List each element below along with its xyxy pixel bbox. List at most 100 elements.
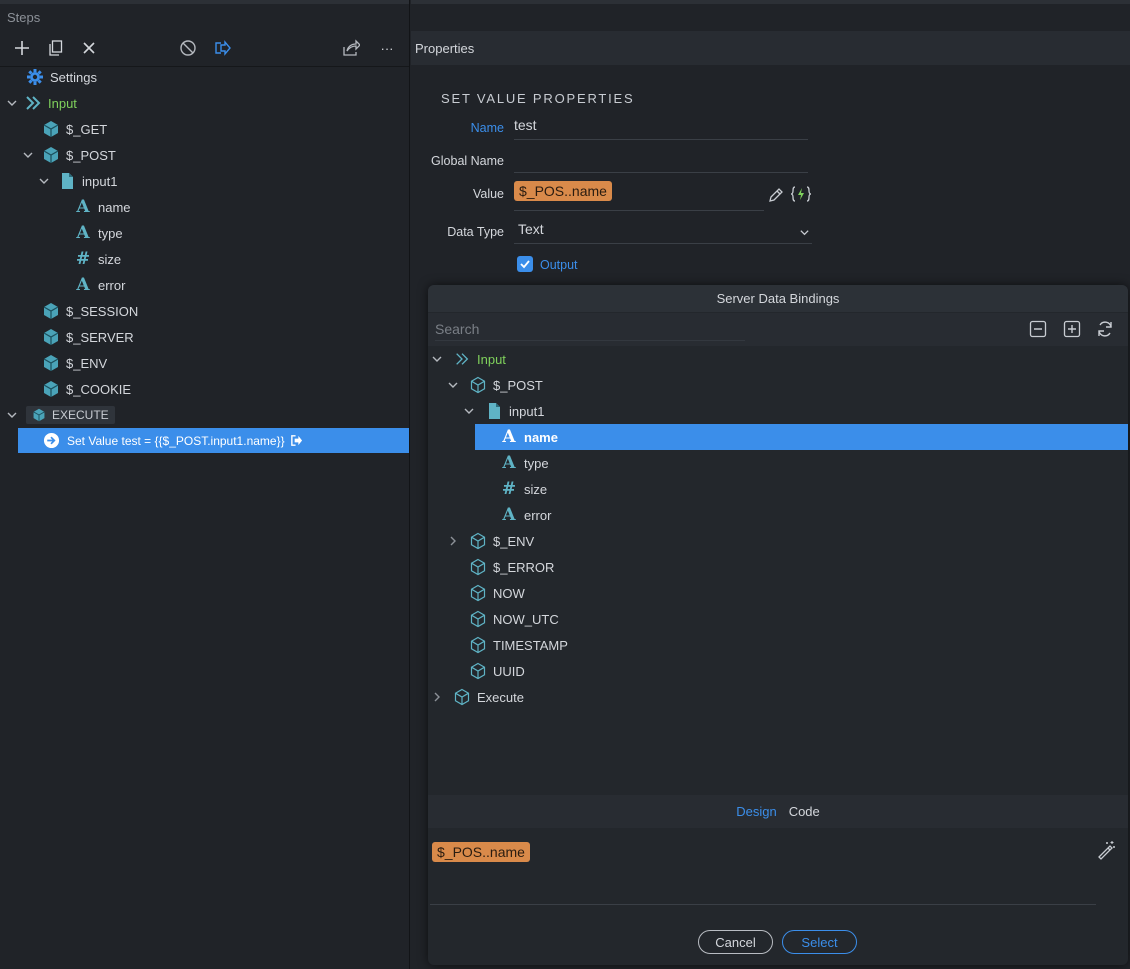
chevron-down-icon[interactable]	[6, 97, 18, 109]
step-set-value[interactable]: Set Value test = {{$_POST.input1.name}}	[18, 428, 409, 453]
cube-outline-icon	[469, 636, 487, 654]
tree-item-name[interactable]: A name	[74, 195, 131, 219]
duplicate-icon[interactable]	[45, 37, 67, 59]
number-type-icon: #	[75, 249, 91, 269]
tree-item-error[interactable]: A error	[74, 273, 125, 297]
steps-title: Steps	[7, 10, 41, 25]
value-binding-pill[interactable]: $_POS..name	[514, 181, 612, 201]
tree-item-label: Settings	[50, 69, 97, 85]
binding-item-label: error	[524, 507, 552, 523]
tree-item-get[interactable]: $_GET	[42, 117, 107, 141]
add-icon[interactable]	[11, 37, 33, 59]
number-type-icon: #	[501, 479, 517, 499]
tree-item-input[interactable]: Input	[4, 91, 77, 115]
binding-item-uuid[interactable]: UUID	[469, 658, 525, 684]
output-icon[interactable]	[211, 37, 233, 59]
expression-editor[interactable]: $_POS..name	[428, 828, 1128, 906]
output-label[interactable]: Output	[540, 258, 578, 272]
binding-item-size[interactable]: # size	[500, 476, 547, 502]
tree-item-label: $_GET	[66, 121, 108, 137]
tree-item-env[interactable]: $_ENV	[42, 351, 107, 375]
magic-wand-icon[interactable]	[1096, 840, 1116, 860]
text-type-icon: A	[76, 275, 90, 295]
name-label: Name	[470, 121, 504, 135]
value-field[interactable]: $_POS..name	[514, 181, 764, 211]
panel-top-border	[411, 0, 1130, 4]
binding-item-error-global[interactable]: $_ERROR	[469, 554, 554, 580]
chevron-down-icon[interactable]	[463, 405, 475, 417]
chevron-right-icon[interactable]	[447, 535, 459, 547]
chevron-down-icon[interactable]	[22, 149, 34, 161]
text-type-icon: A	[76, 197, 90, 217]
binding-item-label: $_ENV	[493, 533, 535, 549]
cube-icon	[42, 146, 60, 164]
name-field[interactable]: test	[514, 117, 808, 140]
input-chevrons-icon	[453, 350, 471, 368]
name-value: test	[514, 117, 537, 133]
tree-item-post[interactable]: $_POST	[20, 143, 116, 167]
editor-tabs: Design Code	[428, 795, 1128, 828]
tab-design[interactable]: Design	[736, 804, 776, 819]
tree-item-cookie[interactable]: $_COOKIE	[42, 377, 131, 401]
cancel-button[interactable]: Cancel	[698, 930, 773, 954]
export-icon[interactable]	[340, 37, 362, 59]
tree-item-settings[interactable]: Settings	[26, 65, 97, 89]
binding-item-input1[interactable]: input1	[463, 398, 544, 424]
text-type-icon: A	[502, 427, 516, 447]
binding-item-post[interactable]: $_POST	[447, 372, 543, 398]
collapse-all-icon[interactable]	[1028, 319, 1048, 339]
select-button[interactable]: Select	[782, 930, 857, 954]
binding-item-label: UUID	[493, 663, 525, 679]
binding-item-error[interactable]: A error	[500, 502, 551, 528]
dynamic-data-icon[interactable]	[790, 185, 812, 203]
binding-item-env[interactable]: $_ENV	[447, 528, 534, 554]
cube-outline-icon	[469, 558, 487, 576]
binding-item-label: Execute	[477, 689, 524, 705]
search-input[interactable]	[435, 317, 745, 341]
binding-item-label: Input	[477, 351, 506, 367]
chevron-right-icon[interactable]	[431, 691, 443, 703]
binding-item-type[interactable]: A type	[500, 450, 548, 476]
tree-item-type[interactable]: A type	[74, 221, 122, 245]
properties-title: Properties	[415, 41, 475, 56]
chevron-down-icon[interactable]	[431, 353, 443, 365]
binding-item-input[interactable]: Input	[431, 346, 506, 372]
tree-item-size[interactable]: # size	[74, 247, 121, 271]
disable-icon[interactable]	[177, 37, 199, 59]
cube-icon	[42, 328, 60, 346]
tree-item-session[interactable]: $_SESSION	[42, 299, 138, 323]
cube-icon	[42, 120, 60, 138]
binding-item-execute[interactable]: Execute	[431, 684, 524, 710]
expression-underline	[430, 904, 1096, 905]
data-type-select[interactable]: Text	[514, 221, 812, 244]
text-type-icon: A	[76, 223, 90, 243]
chevron-down-icon[interactable]	[6, 409, 18, 421]
tree-item-label: name	[98, 199, 131, 215]
expand-all-icon[interactable]	[1062, 319, 1082, 339]
more-icon[interactable]: ···	[376, 37, 398, 59]
binding-item-now[interactable]: NOW	[469, 580, 525, 606]
text-type-icon: A	[502, 505, 516, 525]
binding-item-label: name	[524, 429, 558, 445]
close-icon[interactable]	[78, 37, 100, 59]
tab-code[interactable]: Code	[789, 804, 820, 819]
cube-outline-icon	[453, 688, 471, 706]
input-chevrons-icon	[24, 94, 42, 112]
pencil-icon[interactable]	[767, 186, 785, 204]
binding-item-timestamp[interactable]: TIMESTAMP	[469, 632, 568, 658]
binding-item-now-utc[interactable]: NOW_UTC	[469, 606, 559, 632]
tree-item-server[interactable]: $_SERVER	[42, 325, 134, 349]
tree-item-label: $_COOKIE	[66, 381, 132, 397]
chevron-down-icon[interactable]	[447, 379, 459, 391]
global-name-field[interactable]	[514, 150, 808, 173]
refresh-icon[interactable]	[1095, 319, 1115, 339]
tree-item-execute[interactable]: EXECUTE	[4, 403, 115, 427]
cube-outline-icon	[469, 610, 487, 628]
binding-item-name[interactable]: A name	[500, 424, 558, 450]
data-type-label: Data Type	[447, 225, 504, 239]
chevron-down-icon[interactable]	[38, 175, 50, 187]
expression-binding-pill[interactable]: $_POS..name	[432, 842, 530, 862]
output-checkbox[interactable]	[517, 256, 533, 272]
binding-item-label: $_ERROR	[493, 559, 555, 575]
tree-item-input1[interactable]: input1	[36, 169, 117, 193]
